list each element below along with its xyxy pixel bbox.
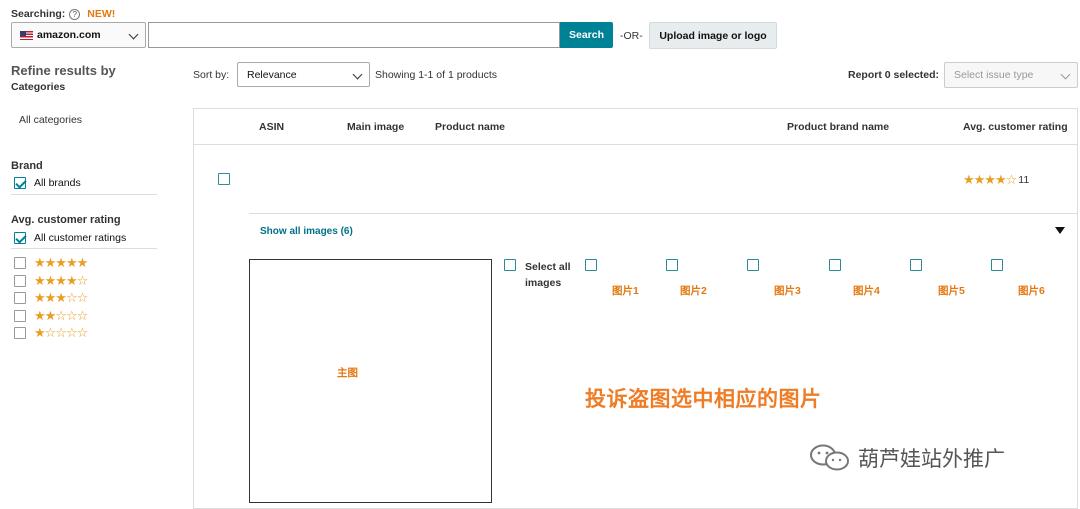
column-header-brand: Product brand name — [787, 121, 890, 133]
or-separator: -OR- — [620, 30, 643, 42]
star-filter-1[interactable]: ★☆☆☆☆ — [14, 325, 88, 341]
image-label-1: 图片1 — [612, 285, 639, 297]
image-label-6: 图片6 — [1018, 285, 1045, 297]
image-checkbox-6[interactable] — [991, 259, 1003, 271]
main-image — [249, 259, 492, 503]
star-filter-3[interactable]: ★★★☆☆ — [14, 290, 88, 306]
star-filter-checkbox[interactable] — [14, 327, 26, 339]
rating-count: 11 — [1018, 174, 1030, 186]
all-brands-filter[interactable]: All brands — [14, 177, 81, 189]
sort-select[interactable]: Relevance — [237, 62, 370, 87]
divider — [11, 194, 157, 195]
chevron-down-icon — [1060, 69, 1071, 80]
issue-type-select[interactable]: Select issue type — [944, 62, 1078, 88]
star-filter-checkbox[interactable] — [14, 310, 26, 322]
brand-heading: Brand — [11, 160, 43, 172]
row-rating: ★★★★☆ 11 — [963, 172, 1029, 188]
wechat-icon — [810, 444, 849, 471]
table-header: ASIN Main image Product name Product bra… — [194, 109, 1077, 145]
refine-title: Refine results by — [11, 63, 116, 78]
image-checkbox-4[interactable] — [829, 259, 841, 271]
sort-label: Sort by: — [193, 69, 230, 81]
marketplace-select[interactable]: amazon.com — [11, 22, 146, 48]
row-checkbox[interactable] — [218, 173, 230, 185]
column-header-product-name: Product name — [435, 121, 506, 133]
four-half-stars-icon: ★★★★☆ — [963, 172, 1017, 187]
image-checkbox-5[interactable] — [910, 259, 922, 271]
search-input[interactable] — [148, 22, 560, 48]
star-filter-2[interactable]: ★★☆☆☆ — [14, 308, 88, 324]
select-all-checkbox[interactable] — [504, 259, 516, 271]
all-ratings-filter[interactable]: All customer ratings — [14, 232, 126, 244]
watermark: 葫芦娃站外推广 — [808, 443, 1005, 473]
divider — [11, 248, 157, 249]
star-filter-5[interactable]: ★★★★★ — [14, 255, 88, 271]
annotation-note: 投诉盗图选中相应的图片 — [585, 387, 822, 411]
upload-image-button[interactable]: Upload image or logo — [649, 22, 777, 49]
one-star-icon: ★☆☆☆☆ — [34, 325, 88, 340]
three-stars-icon: ★★★☆☆ — [34, 290, 88, 305]
search-button[interactable]: Search — [560, 22, 613, 48]
all-ratings-checkbox[interactable] — [14, 232, 26, 244]
two-stars-icon: ★★☆☆☆ — [34, 308, 88, 323]
four-stars-icon: ★★★★☆ — [34, 273, 88, 288]
rating-heading: Avg. customer rating — [11, 214, 121, 226]
image-label-3: 图片3 — [774, 285, 801, 297]
all-brands-checkbox[interactable] — [14, 177, 26, 189]
column-header-main-image: Main image — [347, 121, 405, 133]
searching-label: Searching: ? NEW! — [11, 8, 116, 20]
all-categories-link[interactable]: All categories — [19, 114, 82, 126]
select-all-images-label: Select all images — [525, 261, 571, 289]
results-count: Showing 1-1 of 1 products — [375, 69, 497, 81]
help-icon[interactable]: ? — [69, 8, 81, 20]
column-header-asin: ASIN — [259, 121, 285, 133]
column-header-rating: Avg. customer rating — [963, 121, 1068, 133]
image-checkbox-2[interactable] — [666, 259, 678, 271]
image-label-5: 图片5 — [938, 285, 965, 297]
collapse-triangle-icon[interactable] — [1055, 227, 1065, 234]
five-stars-icon: ★★★★★ — [34, 255, 88, 270]
show-all-images-link[interactable]: Show all images (6) — [260, 226, 353, 237]
categories-heading: Categories — [11, 81, 66, 93]
star-filter-checkbox[interactable] — [14, 275, 26, 287]
chevron-down-icon — [128, 29, 139, 40]
report-label: Report 0 selected: — [848, 69, 940, 81]
divider — [249, 213, 1078, 214]
image-label-4: 图片4 — [853, 285, 880, 297]
new-badge: NEW! — [87, 8, 116, 20]
star-filter-checkbox[interactable] — [14, 292, 26, 304]
us-flag-icon — [20, 30, 33, 40]
main-image-label: 主图 — [337, 367, 358, 379]
star-filter-checkbox[interactable] — [14, 257, 26, 269]
image-checkbox-3[interactable] — [747, 259, 759, 271]
chevron-down-icon — [352, 69, 363, 80]
image-label-2: 图片2 — [680, 285, 707, 297]
image-checkbox-1[interactable] — [585, 259, 597, 271]
star-filter-4[interactable]: ★★★★☆ — [14, 273, 88, 289]
